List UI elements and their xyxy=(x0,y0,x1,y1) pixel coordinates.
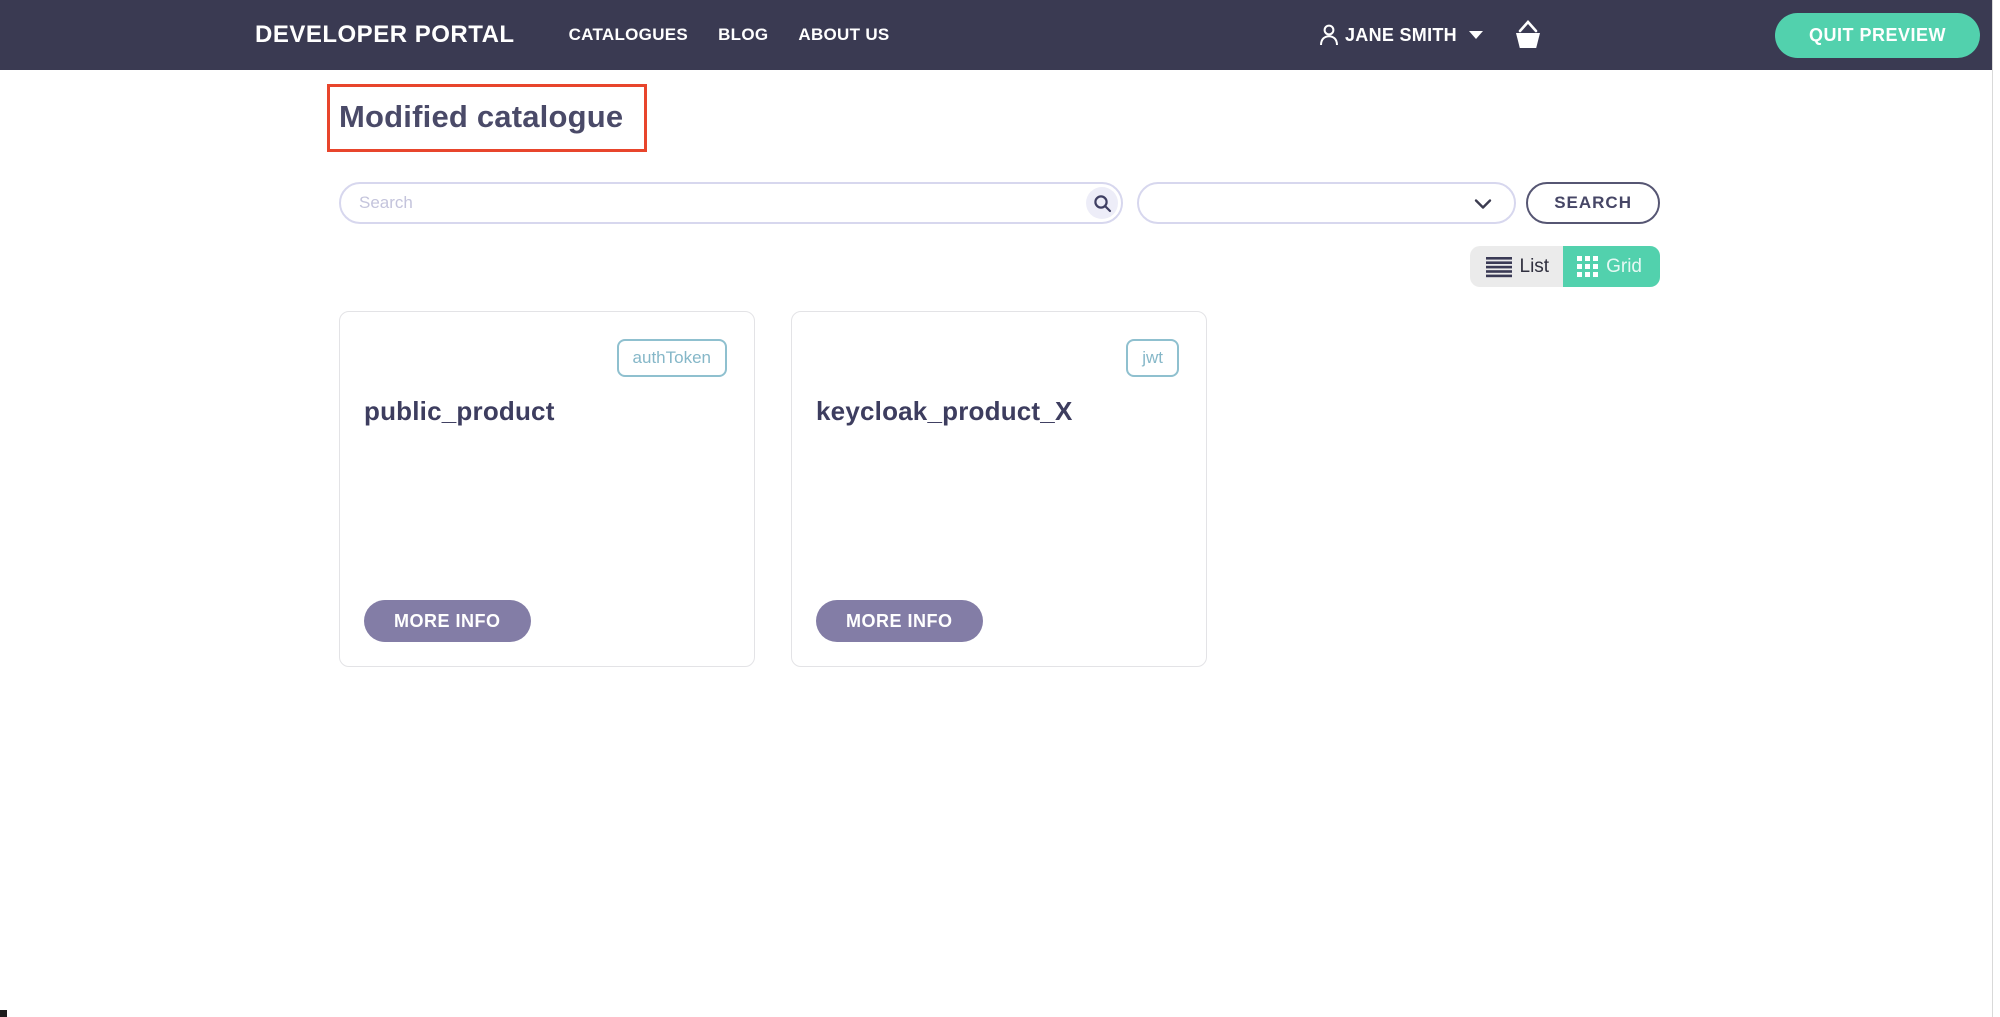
chevron-down-icon xyxy=(1474,197,1492,215)
quit-preview-button[interactable]: QUIT PREVIEW xyxy=(1775,13,1980,58)
card-tag-row: authToken xyxy=(364,339,727,377)
view-toggle-row: List Grid xyxy=(327,246,1660,287)
grid-view-button[interactable]: Grid xyxy=(1563,246,1660,287)
user-menu[interactable]: JANE SMITH xyxy=(1318,23,1483,47)
search-toolbar: SEARCH xyxy=(339,182,1660,224)
caret-down-icon xyxy=(1469,31,1483,39)
brand-title: DEVELOPER PORTAL xyxy=(255,21,515,49)
vertical-scrollbar[interactable] xyxy=(1992,0,2000,1017)
search-field xyxy=(339,182,1123,224)
more-info-button[interactable]: MORE INFO xyxy=(816,600,983,642)
catalogue-filter-select[interactable] xyxy=(1137,182,1516,224)
nav-item-about-us[interactable]: ABOUT US xyxy=(798,25,889,45)
more-info-button[interactable]: MORE INFO xyxy=(364,600,531,642)
product-name: keycloak_product_X xyxy=(816,396,1179,427)
top-navbar: DEVELOPER PORTAL CATALOGUES BLOG ABOUT U… xyxy=(0,0,2000,70)
list-view-button[interactable]: List xyxy=(1470,246,1564,287)
product-name: public_product xyxy=(364,396,727,427)
developer-portal-page: DEVELOPER PORTAL CATALOGUES BLOG ABOUT U… xyxy=(0,0,2000,1017)
product-card-public-product: authToken public_product MORE INFO xyxy=(339,311,755,667)
basket-button[interactable] xyxy=(1511,18,1545,52)
grid-view-icon xyxy=(1577,256,1598,277)
product-card-keycloak-product-x: jwt keycloak_product_X MORE INFO xyxy=(791,311,1207,667)
nav-item-catalogues[interactable]: CATALOGUES xyxy=(569,25,688,45)
basket-icon xyxy=(1511,18,1545,52)
catalogue-main: Modified catalogue xyxy=(327,70,1660,667)
page-title: Modified catalogue xyxy=(339,99,623,135)
list-view-label: List xyxy=(1520,256,1550,278)
search-icon-button[interactable] xyxy=(1086,187,1118,219)
nav-item-blog[interactable]: BLOG xyxy=(718,25,768,45)
product-cards: authToken public_product MORE INFO jwt k… xyxy=(339,311,1660,667)
page-title-highlight-box: Modified catalogue xyxy=(327,84,647,152)
header-right-section: JANE SMITH QUIT PREVIEW xyxy=(1318,13,1980,58)
grid-view-label: Grid xyxy=(1606,256,1642,278)
bottom-left-artifact xyxy=(0,1010,7,1017)
search-icon xyxy=(1093,194,1112,213)
view-toggle: List Grid xyxy=(1470,246,1660,287)
list-view-icon xyxy=(1486,256,1512,278)
search-input[interactable] xyxy=(341,184,1121,222)
user-name: JANE SMITH xyxy=(1345,25,1457,46)
auth-type-tag: jwt xyxy=(1126,339,1179,377)
auth-type-tag: authToken xyxy=(617,339,727,377)
user-icon xyxy=(1318,23,1340,47)
card-tag-row: jwt xyxy=(816,339,1179,377)
main-nav: CATALOGUES BLOG ABOUT US xyxy=(569,25,890,45)
search-button[interactable]: SEARCH xyxy=(1526,182,1660,224)
